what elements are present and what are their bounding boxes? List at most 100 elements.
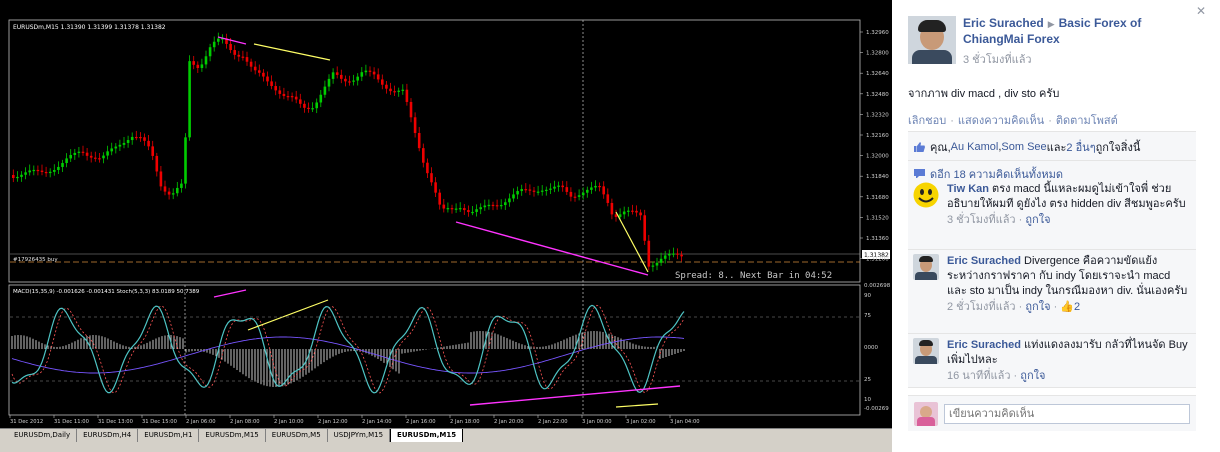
yellow-indicator-divergence — [615, 403, 659, 408]
bull-candle — [454, 208, 458, 210]
bull-candle — [557, 185, 560, 187]
price-tick-label: 1.31520 — [866, 215, 889, 221]
price-tick-label: 1.31680 — [866, 195, 889, 201]
comment-item: Eric Surached Divergence คือความขัดแย้งร… — [908, 250, 1196, 334]
bear-candle — [307, 107, 310, 110]
post-actions: เลิกชอบ · แสดงความคิดเห็น · ติดตามโพสต์ — [908, 115, 1118, 127]
bull-candle — [475, 209, 478, 212]
time-tick-label: 31 Dec 13:00 — [98, 419, 133, 425]
indicator-tick-label: 75 — [864, 313, 871, 319]
chart-tab[interactable]: EURUSDm,H1 — [138, 429, 200, 442]
bull-candle — [20, 174, 23, 177]
bear-candle — [245, 57, 249, 62]
my-avatar — [914, 401, 938, 426]
bull-candle — [545, 189, 548, 191]
chart-canvas[interactable]: EURUSDm,M15 1.31390 1.31399 1.31378 1.31… — [0, 0, 892, 428]
follow-post-link[interactable]: ติดตามโพสต์ — [1056, 115, 1118, 127]
chart-tab[interactable]: EURUSDm,M15 — [390, 429, 464, 443]
time-tick-label: 3 Jan 02:00 — [626, 419, 656, 425]
bear-candle — [233, 50, 236, 55]
comment-like-link[interactable]: ถูกใจ — [1020, 370, 1045, 382]
commenter-avatar[interactable] — [913, 338, 939, 364]
bear-candle — [573, 196, 577, 198]
bear-candle — [647, 240, 651, 267]
indicator-tick-label: 25 — [864, 377, 871, 383]
bull-candle — [212, 41, 216, 48]
commenter-name[interactable]: Eric Surached — [947, 255, 1021, 267]
bear-candle — [44, 171, 48, 174]
bear-candle — [561, 185, 564, 188]
comment-like-link[interactable]: ถูกใจ — [1025, 214, 1050, 226]
liker-som-see[interactable]: Som See — [1001, 141, 1046, 153]
bear-candle — [532, 190, 536, 192]
bull-candle — [118, 144, 122, 147]
time-tick-label: 2 Jan 08:00 — [230, 419, 260, 425]
comment-link[interactable]: แสดงความคิดเห็น — [958, 115, 1044, 127]
commenter-avatar[interactable] — [913, 254, 939, 280]
commenter-name[interactable]: Tiw Kan — [947, 183, 989, 195]
magenta-indicator-divergence — [213, 289, 247, 298]
bull-candle — [458, 208, 462, 210]
unlike-link[interactable]: เลิกชอบ — [908, 115, 946, 127]
bull-candle — [208, 47, 212, 57]
bear-candle — [290, 96, 294, 98]
bear-candle — [381, 79, 384, 85]
bear-candle — [282, 93, 286, 97]
bear-candle — [85, 152, 89, 156]
indicator-header: MACD(15,35,9) -0.001626 -0.001431 Stoch(… — [13, 289, 200, 295]
bull-candle — [581, 192, 585, 196]
bull-candle — [672, 253, 675, 255]
bear-candle — [348, 81, 351, 83]
author-name[interactable]: Eric Surached — [963, 16, 1044, 30]
commenter-avatar-smiley[interactable] — [913, 182, 939, 208]
bull-candle — [188, 61, 191, 138]
bull-candle — [102, 155, 105, 159]
close-icon[interactable]: ✕ — [1196, 4, 1206, 18]
price-tick-label: 1.31840 — [866, 174, 889, 180]
bull-candle — [360, 72, 364, 77]
comment-time[interactable]: 2 ชั่วโมงที่แล้ว — [947, 301, 1016, 313]
trading-chart[interactable]: EURUSDm,M15 1.31390 1.31399 1.31378 1.31… — [0, 0, 892, 452]
bull-candle — [508, 198, 511, 203]
bear-candle — [192, 61, 195, 65]
arrow-right-icon: ▶ — [1047, 19, 1055, 29]
chart-tab[interactable]: EURUSDm,M15 — [199, 429, 266, 442]
bull-candle — [122, 142, 126, 145]
bull-candle — [171, 193, 175, 195]
bear-candle — [372, 71, 376, 75]
write-comment-box — [908, 395, 1196, 431]
indicator-tick-label: 10 — [864, 397, 871, 403]
bear-candle — [36, 169, 40, 172]
indicator-tick-label: 0000 — [864, 345, 878, 351]
bear-candle — [196, 64, 200, 68]
post-timestamp[interactable]: 3 ชั่วโมงที่แล้ว — [963, 50, 1183, 68]
chart-tab[interactable]: USDJPYm,M15 — [328, 429, 391, 442]
magenta-divergence-line — [455, 221, 649, 276]
comment-time[interactable]: 3 ชั่วโมงที่แล้ว — [947, 214, 1016, 226]
thumbs-up-icon — [914, 142, 925, 152]
comment-like-count[interactable]: 👍2 — [1060, 301, 1080, 313]
chart-tab[interactable]: EURUSDm,M5 — [266, 429, 328, 442]
time-tick-label: 31 Dec 11:00 — [54, 419, 89, 425]
commenter-name[interactable]: Eric Surached — [947, 339, 1021, 351]
liker-au-kamol[interactable]: Au Kamol — [951, 141, 999, 153]
chart-tab[interactable]: EURUSDm,Daily — [8, 429, 78, 442]
bear-candle — [680, 254, 683, 257]
author-avatar[interactable] — [908, 16, 956, 64]
time-tick-label: 3 Jan 04:00 — [670, 419, 700, 425]
likes-others-link[interactable]: 2 อื่นๆ — [1066, 138, 1095, 156]
bear-candle — [340, 74, 343, 79]
bear-candle — [266, 76, 269, 82]
bear-candle — [676, 253, 679, 255]
bear-candle — [278, 90, 282, 94]
bear-candle — [368, 70, 372, 72]
bear-candle — [143, 137, 146, 141]
comment-input[interactable] — [944, 403, 1190, 424]
chart-tab[interactable]: EURUSDm,H4 — [77, 429, 139, 442]
bear-candle — [422, 148, 425, 163]
comment-time[interactable]: 16 นาทีที่แล้ว — [947, 370, 1011, 382]
bear-candle — [303, 103, 306, 108]
indicator-tick-label: 0.002698 — [864, 283, 891, 289]
bull-candle — [69, 154, 72, 159]
comment-like-link[interactable]: ถูกใจ — [1025, 301, 1050, 313]
